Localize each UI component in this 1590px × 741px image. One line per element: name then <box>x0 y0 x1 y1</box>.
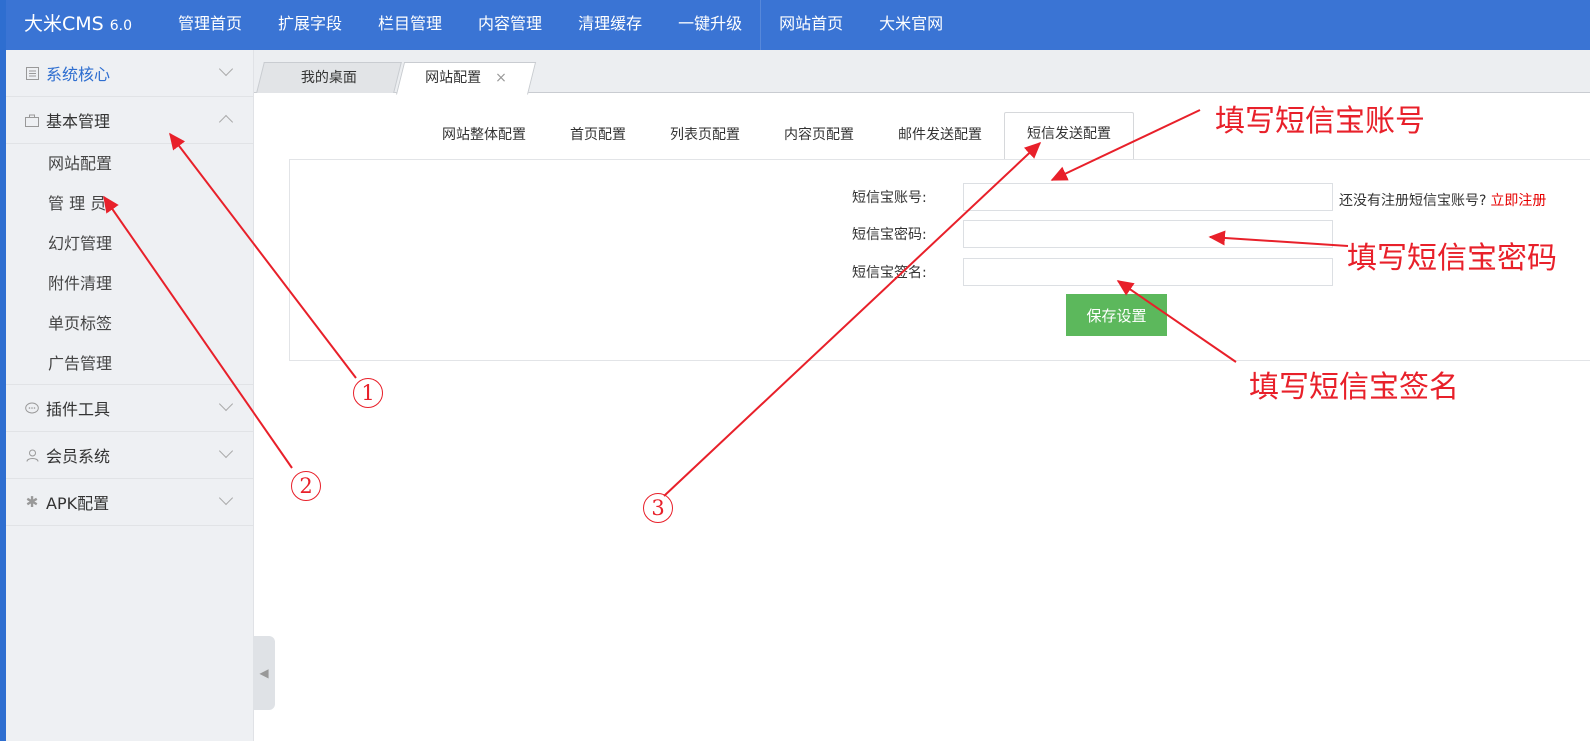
chevron-up-icon <box>218 114 234 130</box>
nav-item-categories[interactable]: 栏目管理 <box>360 0 460 50</box>
sidebar-group-basic[interactable]: 基本管理 <box>6 97 253 144</box>
grid-icon <box>24 65 40 81</box>
tab-site-config-label: 网站配置 <box>425 70 482 86</box>
register-link[interactable]: 立即注册 <box>1490 193 1546 209</box>
close-icon[interactable]: × <box>495 70 507 86</box>
sidebar-group-label: 会员系统 <box>46 447 111 466</box>
tab-mail-config[interactable]: 邮件发送配置 <box>876 114 1004 160</box>
briefcase-icon <box>24 112 40 128</box>
gear-icon: ✱ <box>25 493 39 511</box>
nav-item-extend-fields[interactable]: 扩展字段 <box>260 0 360 50</box>
chevron-down-icon <box>218 396 234 412</box>
sidebar-item-slides[interactable]: 幻灯管理 <box>6 224 253 264</box>
sidebar-group-apk[interactable]: ✱ APK配置 <box>6 479 253 526</box>
save-settings-button[interactable]: 保存设置 <box>1066 294 1167 336</box>
nav-item-dashboard[interactable]: 管理首页 <box>160 0 260 50</box>
tab-content-config[interactable]: 内容页配置 <box>762 114 876 160</box>
nav-item-content[interactable]: 内容管理 <box>460 0 560 50</box>
brand-version: 6.0 <box>109 18 132 34</box>
annotation-fill-account: 填写短信宝账号 <box>1215 104 1425 139</box>
top-nav: 管理首页 扩展字段 栏目管理 内容管理 清理缓存 一键升级 网站首页 大米官网 <box>160 0 961 50</box>
annotation-step1: 1 <box>353 378 383 408</box>
sms-password-input[interactable] <box>963 220 1333 248</box>
sms-account-label: 短信宝账号: <box>852 190 927 206</box>
chevron-down-icon <box>218 490 234 506</box>
tab-home-config[interactable]: 首页配置 <box>548 114 648 160</box>
sidebar-item-admins[interactable]: 管 理 员 <box>6 184 253 224</box>
tab-list-config[interactable]: 列表页配置 <box>648 114 762 160</box>
annotation-fill-signature: 填写短信宝签名 <box>1249 370 1459 405</box>
sms-account-input[interactable] <box>963 183 1333 211</box>
sidebar-item-page-tags[interactable]: 单页标签 <box>6 304 253 344</box>
sidebar-item-attachments[interactable]: 附件清理 <box>6 264 253 304</box>
brand-logo[interactable]: 大米CMS 6.0 <box>24 0 132 50</box>
brand-name: 大米CMS <box>24 13 104 35</box>
caret-left-icon: ◀ <box>259 666 269 680</box>
window-left-edge <box>0 0 6 741</box>
sms-signature-label: 短信宝签名: <box>852 265 927 281</box>
user-icon <box>24 447 40 463</box>
tab-overall-config[interactable]: 网站整体配置 <box>420 114 548 160</box>
nav-item-site-home[interactable]: 网站首页 <box>760 0 861 50</box>
tab-desktop[interactable]: 我的桌面 <box>256 62 402 93</box>
sidebar-item-site-config[interactable]: 网站配置 <box>6 144 253 184</box>
tab-sms-config[interactable]: 短信发送配置 <box>1004 112 1134 160</box>
sidebar-group-label: 基本管理 <box>46 112 111 131</box>
sms-password-label: 短信宝密码: <box>852 227 927 243</box>
tab-desktop-label: 我的桌面 <box>300 70 357 86</box>
chevron-down-icon <box>218 443 234 459</box>
top-navbar: 大米CMS 6.0 管理首页 扩展字段 栏目管理 内容管理 清理缓存 一键升级 网… <box>0 0 1590 50</box>
sidebar-group-label: 插件工具 <box>46 400 111 419</box>
nav-item-clear-cache[interactable]: 清理缓存 <box>560 0 660 50</box>
annotation-fill-password: 填写短信宝密码 <box>1347 241 1557 276</box>
annotation-step2: 2 <box>291 471 321 501</box>
sms-signature-input[interactable] <box>963 258 1333 286</box>
config-tabs: 网站整体配置 首页配置 列表页配置 内容页配置 邮件发送配置 短信发送配置 <box>420 112 1134 160</box>
content-tabstrip: 我的桌面 网站配置 × <box>254 50 1590 95</box>
sidebar-group-plugins[interactable]: 插件工具 <box>6 384 253 432</box>
sidebar-collapse-handle[interactable]: ◀ <box>253 636 275 710</box>
sidebar-group-members[interactable]: 会员系统 <box>6 432 253 479</box>
nav-item-official-site[interactable]: 大米官网 <box>861 0 961 50</box>
sidebar: 系统核心 基本管理 网站配置 管 理 员 幻灯管理 附件清理 单页标签 广告管理… <box>6 50 254 741</box>
annotation-step3: 3 <box>643 493 673 523</box>
chevron-down-icon <box>218 61 234 77</box>
sidebar-group-label: 系统核心 <box>46 65 111 84</box>
sidebar-item-ads[interactable]: 广告管理 <box>6 344 253 384</box>
sidebar-group-label: APK配置 <box>46 494 110 513</box>
register-hint-text: 还没有注册短信宝账号? <box>1339 193 1487 209</box>
register-hint: 还没有注册短信宝账号? 立即注册 <box>1339 190 1546 210</box>
tab-site-config[interactable]: 网站配置 × <box>395 62 537 95</box>
nav-item-upgrade[interactable]: 一键升级 <box>660 0 760 50</box>
sidebar-group-core[interactable]: 系统核心 <box>6 50 253 97</box>
chat-icon <box>24 400 40 416</box>
